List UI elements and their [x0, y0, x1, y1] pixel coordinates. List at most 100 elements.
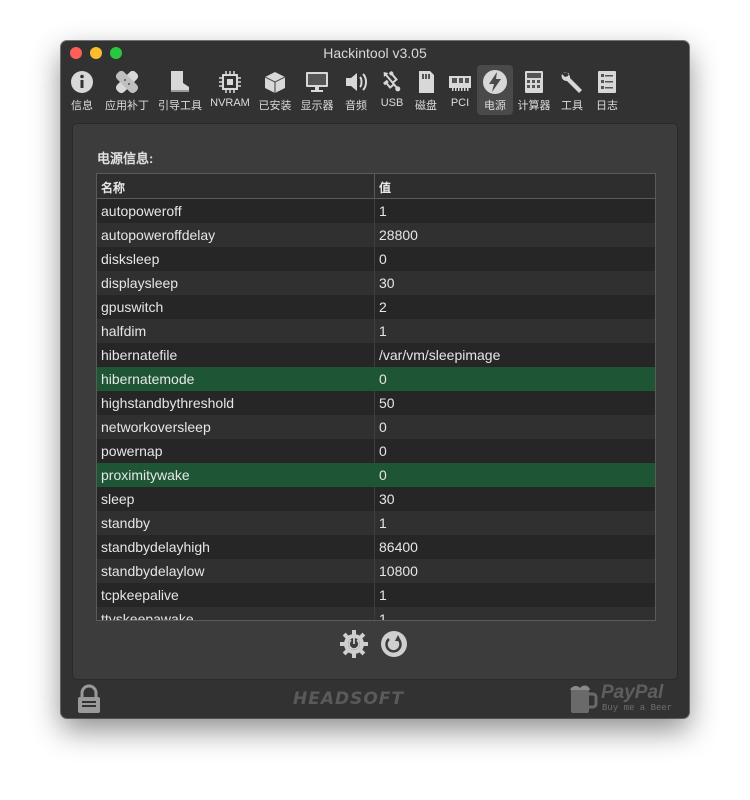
table-row[interactable]: gpuswitch 2: [97, 295, 655, 319]
row-name: halfdim: [101, 323, 147, 339]
table-row[interactable]: powernap 0: [97, 439, 655, 463]
row-value: 30: [379, 275, 395, 291]
row-value: 1: [379, 515, 387, 531]
table-row[interactable]: autopoweroffdelay 28800: [97, 223, 655, 247]
app-window: Hackintool v3.05 信息 应用补丁 引导工具 NVRAM 已安装 …: [61, 41, 689, 718]
table-row[interactable]: halfdim 1: [97, 319, 655, 343]
table-row-highlighted[interactable]: proximitywake 0: [97, 463, 655, 487]
beer-mug-icon: [570, 685, 598, 713]
row-name: gpuswitch: [101, 299, 164, 315]
table-row[interactable]: standbydelayhigh 86400: [97, 535, 655, 559]
row-value: 0: [379, 443, 387, 459]
row-value: 0: [379, 371, 387, 387]
row-name: standbydelaylow: [101, 563, 205, 579]
table-row[interactable]: standbydelaylow 10800: [97, 559, 655, 583]
paypal-label: PayPal: [601, 682, 664, 703]
disk-icon: [412, 68, 440, 96]
info-icon: [68, 68, 96, 96]
row-value: 1: [379, 611, 387, 621]
refresh-button[interactable]: [379, 629, 409, 659]
tab-power[interactable]: 电源: [477, 65, 513, 115]
row-value: /var/vm/sleepimage: [379, 347, 501, 363]
row-name: sleep: [101, 491, 135, 507]
row-value: 1: [379, 587, 387, 603]
refresh-icon: [381, 631, 407, 657]
row-value: 50: [379, 395, 395, 411]
window-title: Hackintool v3.05: [323, 45, 427, 61]
table-row[interactable]: displaysleep 30: [97, 271, 655, 295]
power-table[interactable]: 名称 值 autopoweroff 1 autopoweroffdelay 2880…: [96, 173, 656, 621]
tab-display[interactable]: 显示器: [297, 65, 337, 115]
action-bar: [73, 629, 677, 661]
table-row[interactable]: ttyskeepawake 1: [97, 607, 655, 621]
calculator-icon: [520, 68, 548, 96]
power-panel: 电源信息: 名称 值 autopoweroff 1 autopoweroffdel…: [72, 123, 678, 680]
tab-info[interactable]: 信息: [65, 65, 99, 115]
tab-boot[interactable]: 引导工具: [155, 65, 205, 115]
row-name: proximitywake: [101, 467, 190, 483]
tab-pci[interactable]: PCI: [445, 65, 475, 115]
tab-nvram[interactable]: NVRAM: [207, 65, 253, 115]
column-header-name[interactable]: 名称: [101, 179, 125, 196]
patch-icon: [113, 68, 141, 96]
row-value: 1: [379, 323, 387, 339]
title-bar: Hackintool v3.05: [61, 41, 689, 65]
row-name: standby: [101, 515, 151, 531]
toolbar: 信息 应用补丁 引导工具 NVRAM 已安装 显示器 音频 USB 磁盘 PCI…: [61, 65, 689, 117]
column-header-value[interactable]: 值: [379, 179, 391, 196]
row-value: 2: [379, 299, 387, 315]
tab-log[interactable]: 日志: [591, 65, 623, 115]
row-value: 0: [379, 419, 387, 435]
row-name: hibernatemode: [101, 371, 195, 387]
row-name: autopoweroff: [101, 203, 182, 219]
table-row-highlighted[interactable]: hibernatemode 0: [97, 367, 655, 391]
tab-calculator[interactable]: 计算器: [515, 65, 553, 115]
row-value: 86400: [379, 539, 418, 555]
row-name: highstandbythreshold: [101, 395, 235, 411]
table-row[interactable]: standby 1: [97, 511, 655, 535]
power-icon: [481, 68, 509, 96]
paypal-subtitle: Buy me a Beer: [602, 703, 673, 713]
tab-patch[interactable]: 应用补丁: [101, 65, 153, 115]
row-name: autopoweroffdelay: [101, 227, 216, 243]
table-body: autopoweroff 1 autopoweroffdelay 28800 dis…: [97, 199, 655, 621]
tab-usb[interactable]: USB: [375, 65, 409, 115]
boot-icon: [166, 68, 194, 96]
table-row[interactable]: hibernatefile/var/vm/sleepimage: [97, 343, 655, 367]
tab-disk[interactable]: 磁盘: [411, 65, 441, 115]
row-value: 30: [379, 491, 395, 507]
paypal-donate-button[interactable]: PayPal Buy me a Beer: [569, 682, 679, 715]
display-icon: [303, 68, 331, 96]
lock-button[interactable]: [76, 684, 102, 718]
table-row[interactable]: autopoweroff 1: [97, 199, 655, 223]
table-row[interactable]: sleep 30: [97, 487, 655, 511]
headsoft-logo[interactable]: HEADSOFT: [293, 689, 404, 709]
tab-audio[interactable]: 音频: [339, 65, 373, 115]
speaker-icon: [342, 68, 370, 96]
row-value: 0: [379, 467, 387, 483]
row-value: 10800: [379, 563, 418, 579]
tab-installed[interactable]: 已安装: [255, 65, 295, 115]
row-name: disksleep: [101, 251, 160, 267]
row-value: 28800: [379, 227, 418, 243]
column-divider[interactable]: [374, 174, 375, 198]
power-settings-button[interactable]: [339, 629, 369, 659]
row-name: ttyskeepawake: [101, 611, 194, 621]
log-icon: [593, 68, 621, 96]
tab-tools[interactable]: 工具: [557, 65, 587, 115]
row-name: hibernatefile: [101, 347, 178, 363]
section-title: 电源信息:: [97, 151, 154, 166]
row-name: tcpkeepalive: [101, 587, 179, 603]
row-name: networkoversleep: [101, 419, 211, 435]
box-icon: [261, 68, 289, 96]
tools-icon: [558, 68, 586, 96]
table-row[interactable]: disksleep 0: [97, 247, 655, 271]
row-name: powernap: [101, 443, 163, 459]
lock-icon: [78, 684, 100, 713]
table-row[interactable]: tcpkeepalive 1: [97, 583, 655, 607]
table-row[interactable]: highstandbythreshold 50: [97, 391, 655, 415]
table-header: 名称 值: [97, 174, 655, 199]
table-row[interactable]: networkoversleep 0: [97, 415, 655, 439]
row-name: standbydelayhigh: [101, 539, 210, 555]
chip-icon: [216, 68, 244, 96]
